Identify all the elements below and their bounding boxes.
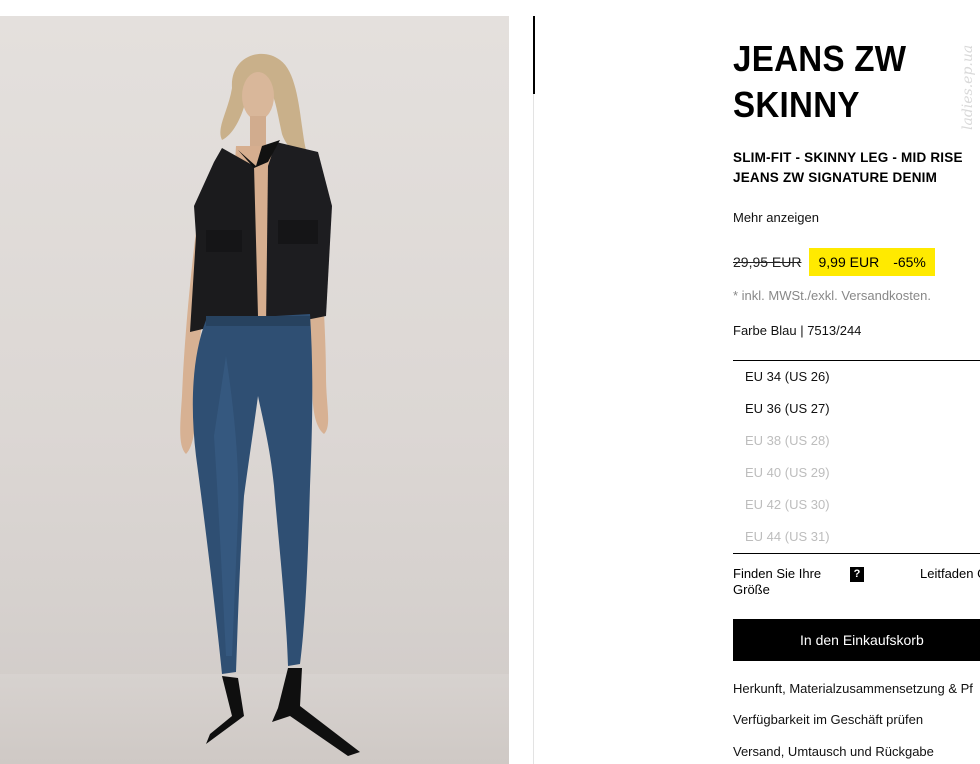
color-info: Farbe Blau | 7513/244 (733, 323, 862, 338)
model-illustration (180, 53, 360, 756)
size-option-unavailable[interactable]: EU 42 (US 30) (733, 489, 980, 521)
top-bar (0, 0, 980, 16)
watermark: ladies.ep.ua (960, 44, 976, 130)
product-subtitle: SLIM-FIT - SKINNY LEG - MID RISE JEANS Z… (733, 150, 963, 185)
size-option[interactable]: EU 34 (US 26) (733, 361, 980, 393)
old-price: 29,95 EUR (733, 254, 802, 270)
question-mark-icon[interactable]: ? (850, 567, 864, 582)
size-option-unavailable[interactable]: EU 44 (US 31) (733, 521, 980, 553)
gallery-scroll-indicator[interactable] (533, 16, 535, 94)
jeans (192, 314, 313, 674)
size-guide-link[interactable]: Leitfaden Größen (920, 566, 980, 582)
size-selector: EU 34 (US 26) EU 36 (US 27) EU 38 (US 28… (733, 360, 980, 554)
tax-note: * inkl. MWSt./exkl. Versandkosten. (733, 288, 931, 303)
size-option-unavailable[interactable]: EU 38 (US 28) (733, 425, 980, 457)
add-to-cart-button[interactable]: In den Einkaufskorb (733, 619, 980, 661)
sale-price: 9,99 EUR (818, 254, 880, 270)
find-size-link[interactable]: Finden Sie Ihre Größe (733, 566, 833, 598)
size-option[interactable]: EU 36 (US 27) (733, 393, 980, 425)
gallery-divider (533, 16, 534, 764)
vest-pocket-left (206, 230, 242, 252)
shipping-returns-link[interactable]: Versand, Umtausch und Rückgabe (733, 744, 934, 759)
vest-pocket-right (278, 220, 318, 244)
store-availability-link[interactable]: Verfügbarkeit im Geschäft prüfen (733, 712, 923, 727)
show-more-link[interactable]: Mehr anzeigen (733, 210, 819, 225)
composition-care-link[interactable]: Herkunft, Materialzusammensetzung & Pf (733, 681, 973, 696)
price-row: 29,95 EUR 9,99 EUR -65% (733, 248, 935, 276)
size-option-unavailable[interactable]: EU 40 (US 29) (733, 457, 980, 489)
discount-label: -65% (893, 254, 926, 270)
sale-price-badge: 9,99 EUR -65% (809, 248, 935, 276)
right-shoe (272, 668, 360, 756)
product-title: JEANS ZW SKINNY (733, 38, 907, 125)
face (242, 72, 274, 120)
neck (250, 116, 266, 146)
waistband (206, 316, 310, 326)
left-shoe (206, 676, 244, 744)
product-image[interactable] (0, 16, 509, 764)
